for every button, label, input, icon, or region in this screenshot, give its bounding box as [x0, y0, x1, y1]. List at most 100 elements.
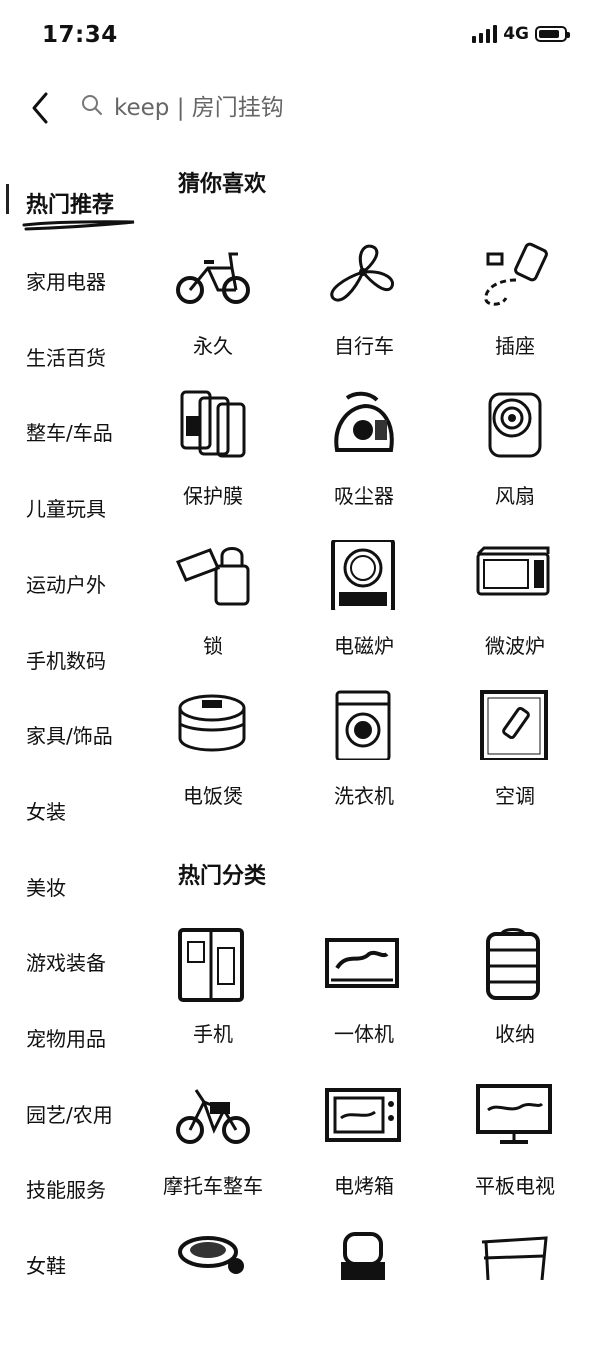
tile-label: 吸尘器 — [334, 484, 394, 508]
sidebar-item-womens-clothing[interactable]: 女装 — [26, 796, 66, 825]
sidebar-item-vehicles[interactable]: 整车/车品 — [26, 417, 113, 446]
water-dispenser-icon — [341, 1232, 385, 1280]
network-type: 4G — [503, 24, 529, 44]
search-query: keep | 房门挂钩 — [114, 95, 284, 121]
tile-label: 平板电视 — [475, 1174, 555, 1198]
category-tile[interactable] — [138, 1232, 288, 1372]
category-tile[interactable]: 平板电视 — [440, 1080, 590, 1220]
category-tile[interactable]: 插座 — [440, 240, 590, 380]
sidebar-item-services[interactable]: 技能服务 — [26, 1174, 106, 1203]
category-tile[interactable]: 风扇 — [440, 390, 590, 530]
washing-machine-icon — [335, 690, 391, 760]
battery-icon — [535, 26, 570, 42]
sidebar-item-hot[interactable]: 热门推荐 — [22, 187, 135, 231]
sidebar-item-label: 女装 — [26, 800, 66, 824]
sidebar-item-label: 美妆 — [26, 876, 66, 900]
tile-label: 收纳 — [495, 1022, 535, 1046]
category-tile[interactable] — [289, 1232, 439, 1372]
category-tile[interactable]: 电烤箱 — [289, 1080, 439, 1220]
tile-label: 风扇 — [495, 484, 535, 508]
sidebar-item-appliances[interactable]: 家用电器 — [26, 266, 106, 295]
sidebar-item-label: 技能服务 — [26, 1178, 106, 1202]
sidebar-item-womens-shoes[interactable]: 女鞋 — [26, 1250, 66, 1279]
tile-label: 电磁炉 — [334, 634, 394, 658]
tile-label: 电饭煲 — [183, 784, 243, 808]
sidebar-item-label: 生活百货 — [26, 346, 106, 370]
phone-icon — [178, 928, 244, 1002]
sidebar-item-beauty[interactable]: 美妆 — [26, 872, 66, 901]
oven-icon — [325, 1088, 401, 1142]
sidebar-item-label: 运动户外 — [26, 573, 106, 597]
section-title-hot: 热门分类 — [178, 864, 267, 889]
tile-label: 插座 — [495, 334, 535, 358]
tv-icon — [476, 1084, 552, 1144]
vacuum-cleaner-icon — [334, 391, 394, 452]
section-title-guess: 猜你喜欢 — [178, 172, 267, 197]
sidebar-item-label: 儿童玩具 — [26, 497, 106, 521]
tile-label: 一体机 — [334, 1022, 394, 1046]
pet-bed-icon — [178, 1236, 244, 1274]
category-tile[interactable]: 永久 — [138, 240, 288, 380]
induction-cooker-icon — [331, 540, 395, 610]
category-tile[interactable]: 手机 — [138, 928, 288, 1068]
sidebar-item-gardening[interactable]: 园艺/农用 — [26, 1099, 113, 1128]
tile-label: 微波炉 — [485, 634, 545, 658]
status-bar: 17:34 4G — [0, 0, 591, 70]
lock-icon — [175, 547, 250, 606]
category-tile[interactable]: 一体机 — [289, 928, 439, 1068]
chevron-left-icon — [32, 92, 48, 124]
sidebar-item-game-gear[interactable]: 游戏装备 — [26, 947, 106, 976]
sidebar-item-furniture[interactable]: 家具/饰品 — [26, 720, 113, 749]
category-tile[interactable]: 自行车 — [289, 240, 439, 380]
category-tile[interactable]: 洗衣机 — [289, 690, 439, 830]
category-tile[interactable]: 空调 — [440, 690, 590, 830]
status-indicators: 4G — [472, 24, 570, 44]
sidebar-item-toys[interactable]: 儿童玩具 — [26, 493, 106, 522]
tile-label: 摩托车整车 — [163, 1174, 263, 1198]
sidebar-item-label: 女鞋 — [26, 1254, 66, 1278]
screen-protector-icon — [180, 390, 246, 458]
signal-icon — [472, 25, 498, 43]
sidebar-item-label: 园艺/农用 — [26, 1103, 113, 1127]
category-tile[interactable]: 锁 — [138, 540, 288, 680]
rack-icon — [481, 1236, 548, 1280]
sidebar-item-daily-goods[interactable]: 生活百货 — [26, 342, 106, 371]
sidebar-item-label: 手机数码 — [26, 649, 106, 673]
category-tile[interactable]: 微波炉 — [440, 540, 590, 680]
tile-label: 保护膜 — [183, 484, 243, 508]
motorcycle-icon — [176, 1089, 250, 1144]
sidebar-item-pet-supplies[interactable]: 宠物用品 — [26, 1023, 106, 1052]
category-tile[interactable]: 保护膜 — [138, 390, 288, 530]
all-in-one-pc-icon — [325, 938, 399, 988]
sidebar-item-digital[interactable]: 手机数码 — [26, 645, 106, 674]
fan-blade-icon — [330, 244, 394, 302]
power-strip-icon — [484, 242, 548, 306]
sidebar-item-outdoor[interactable]: 运动户外 — [26, 569, 106, 598]
search-icon — [82, 95, 102, 115]
category-tile[interactable]: 电磁炉 — [289, 540, 439, 680]
sidebar-item-label: 宠物用品 — [26, 1027, 106, 1051]
sidebar-item-label: 家用电器 — [26, 270, 106, 294]
category-tile[interactable] — [440, 1232, 590, 1372]
sidebar-item-label: 热门推荐 — [26, 193, 115, 218]
tile-label: 电烤箱 — [334, 1174, 394, 1198]
search-header: keep | 房门挂钩 — [0, 80, 591, 130]
category-tile[interactable]: 摩托车整车 — [138, 1080, 288, 1220]
microwave-icon — [476, 546, 550, 596]
bicycle-icon — [176, 252, 250, 304]
back-button[interactable] — [28, 86, 58, 126]
rice-cooker-icon — [178, 694, 246, 752]
tile-label: 自行车 — [334, 334, 394, 358]
tile-label: 永久 — [193, 334, 233, 358]
category-tile[interactable]: 吸尘器 — [289, 390, 439, 530]
status-time: 17:34 — [42, 22, 118, 48]
tile-label: 手机 — [193, 1022, 233, 1046]
sidebar-item-label: 家具/饰品 — [26, 724, 113, 748]
search-input[interactable]: keep | 房门挂钩 — [80, 88, 560, 122]
category-tile[interactable]: 电饭煲 — [138, 690, 288, 830]
fan-icon — [488, 392, 542, 458]
sidebar-item-label: 游戏装备 — [26, 951, 106, 975]
category-tile[interactable]: 收纳 — [440, 928, 590, 1068]
battery-level — [539, 30, 559, 38]
active-underline — [22, 220, 135, 231]
